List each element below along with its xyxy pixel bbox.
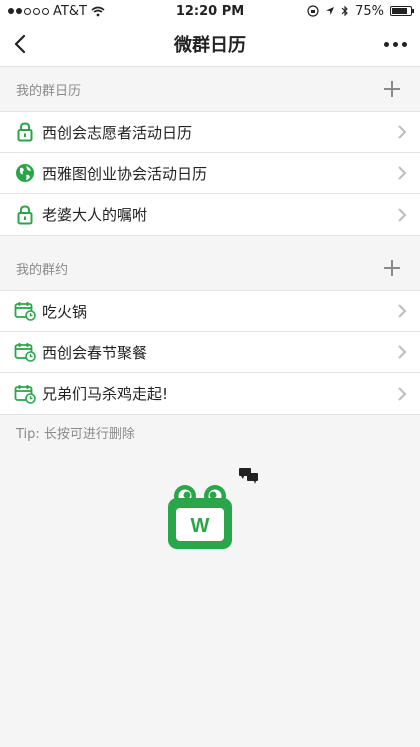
app-logo: W bbox=[165, 468, 265, 558]
list-item-label: 西创会春节聚餐 bbox=[42, 343, 148, 362]
list-item[interactable]: 西雅图创业协会活动日历 bbox=[0, 153, 420, 194]
page-title: 微群日历 bbox=[174, 35, 246, 56]
list-item[interactable]: 吃火锅 bbox=[0, 291, 420, 332]
list-item-label: 兄弟们马杀鸡走起! bbox=[42, 385, 169, 403]
section-title: 我的群日历 bbox=[16, 83, 82, 99]
calendar-clock-icon bbox=[14, 341, 36, 363]
lock-icon bbox=[14, 121, 36, 143]
list-item[interactable]: 西创会志愿者活动日历 bbox=[0, 112, 420, 153]
calendar-list: 西创会志愿者活动日历 西雅图创业协会活动日历 老婆大人的嘱咐 bbox=[0, 111, 420, 236]
bluetooth-icon bbox=[341, 5, 348, 17]
chat-bubbles-icon bbox=[239, 468, 258, 484]
more-dot bbox=[392, 41, 398, 47]
chevron-right-icon bbox=[398, 386, 407, 401]
lock-icon bbox=[14, 204, 36, 226]
calendar-clock-icon bbox=[14, 383, 36, 405]
list-item-label: 西创会志愿者活动日历 bbox=[42, 123, 193, 142]
logo-letter: W bbox=[191, 515, 210, 537]
add-calendar-button[interactable] bbox=[380, 77, 404, 101]
more-dot bbox=[401, 41, 407, 47]
wifi-icon bbox=[91, 6, 105, 16]
event-list: 吃火锅 西创会春节聚餐 兄弟们马杀鸡走起! bbox=[0, 290, 420, 415]
carrier-label: AT&T bbox=[53, 3, 87, 19]
globe-icon bbox=[14, 162, 36, 184]
list-item-label: 老婆大人的嘱咐 bbox=[42, 206, 148, 224]
section-header-events: 我的群约 bbox=[0, 246, 420, 290]
section-header-calendars: 我的群日历 bbox=[0, 67, 420, 111]
list-item-label: 吃火锅 bbox=[42, 302, 88, 321]
list-item-label: 西雅图创业协会活动日历 bbox=[42, 164, 208, 183]
list-item[interactable]: 兄弟们马杀鸡走起! bbox=[0, 373, 420, 414]
chevron-right-icon bbox=[398, 166, 407, 180]
navigation-bar: 微群日历 bbox=[0, 22, 420, 67]
more-dot bbox=[383, 41, 389, 47]
location-icon bbox=[326, 7, 335, 15]
battery-percent: 75% bbox=[355, 3, 384, 19]
list-item[interactable]: 西创会春节聚餐 bbox=[0, 332, 420, 373]
add-event-button[interactable] bbox=[380, 256, 404, 280]
signal-strength-icon bbox=[8, 7, 49, 15]
chevron-right-icon bbox=[398, 345, 407, 359]
tip-text: Tip: 长按可进行删除 bbox=[16, 427, 135, 442]
status-bar: AT&T 12:20 PM 75% bbox=[0, 0, 420, 22]
chevron-right-icon bbox=[398, 125, 407, 139]
chevron-right-icon bbox=[398, 304, 407, 318]
chevron-left-icon bbox=[14, 34, 26, 54]
battery-icon bbox=[390, 6, 414, 16]
calendar-clock-icon bbox=[14, 300, 36, 322]
list-item[interactable]: 老婆大人的嘱咐 bbox=[0, 194, 420, 235]
more-options-button[interactable] bbox=[370, 22, 420, 66]
rotation-lock-icon bbox=[307, 5, 319, 17]
section-title: 我的群约 bbox=[16, 262, 69, 278]
chevron-right-icon bbox=[398, 207, 407, 222]
back-button[interactable] bbox=[0, 22, 40, 66]
